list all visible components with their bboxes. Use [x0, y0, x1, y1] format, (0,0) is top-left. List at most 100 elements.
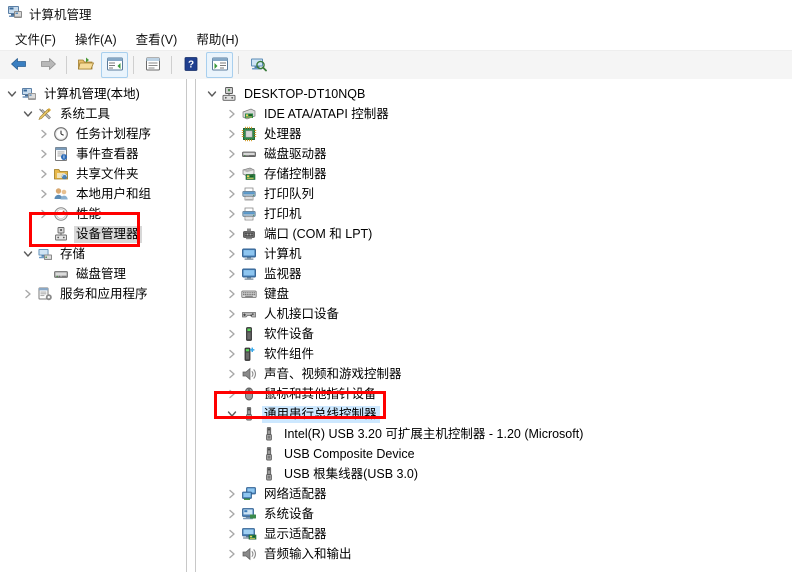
pane-splitter[interactable] [187, 79, 196, 572]
chevron-right-icon[interactable] [224, 104, 240, 124]
device-tree-item-row[interactable]: 通用串行总线控制器 [196, 404, 792, 424]
forward-button[interactable] [34, 52, 61, 78]
device-tree-item-row[interactable]: 监视器 [196, 264, 792, 284]
display-adapter-icon [240, 525, 258, 543]
chevron-down-icon[interactable] [204, 84, 220, 104]
console-tree-item-row[interactable]: 设备管理器 [0, 224, 186, 244]
chevron-right-icon[interactable] [36, 184, 52, 204]
computer-icon [240, 245, 258, 263]
chevron-right-icon[interactable] [224, 204, 240, 224]
chevron-right-icon[interactable] [224, 364, 240, 384]
help-icon: ? [182, 56, 200, 75]
device-tree-item-row[interactable]: USB 根集线器(USB 3.0) [196, 464, 792, 484]
show-hide-tree-button[interactable] [101, 52, 128, 78]
device-tree-item-row[interactable]: 人机接口设备 [196, 304, 792, 324]
device-tree-item-row[interactable]: DESKTOP-DT10NQB [196, 84, 792, 104]
chevron-right-icon[interactable] [224, 244, 240, 264]
menu-help[interactable]: 帮助(H) [187, 26, 248, 51]
device-tree-item-row[interactable]: Intel(R) USB 3.20 可扩展主机控制器 - 1.20 (Micro… [196, 424, 792, 444]
chevron-right-icon[interactable] [224, 324, 240, 344]
device-tree-item-label: 人机接口设备 [264, 306, 340, 321]
scan-hardware-changes-button[interactable] [244, 52, 271, 78]
chevron-right-icon[interactable] [36, 124, 52, 144]
chevron-right-icon[interactable] [224, 184, 240, 204]
device-tree-item-row[interactable]: 软件设备 [196, 324, 792, 344]
chevron-right-icon[interactable] [36, 204, 52, 224]
chevron-down-icon[interactable] [4, 84, 20, 104]
back-arrow-icon [10, 56, 28, 75]
device-tree-item-row[interactable]: 音频输入和输出 [196, 544, 792, 564]
console-tree-item-label: 服务和应用程序 [60, 286, 148, 301]
chevron-down-icon[interactable] [224, 404, 240, 424]
device-tree-item-row[interactable]: 系统设备 [196, 504, 792, 524]
print-queue-icon [240, 185, 258, 203]
device-tree-item-row[interactable]: 显示适配器 [196, 524, 792, 544]
device-tree-item-row[interactable]: 计算机 [196, 244, 792, 264]
console-tree-pane[interactable]: 计算机管理(本地) 系统工具 任务计划程序 i 事件查看器共享文件夹本地用户和组 性能 设备… [0, 79, 187, 572]
console-tree-item-label: 存储 [60, 246, 86, 261]
chevron-right-icon[interactable] [224, 344, 240, 364]
console-tree-item-row[interactable]: 磁盘管理 [0, 264, 186, 284]
console-tree-item-row[interactable]: 服务和应用程序 [0, 284, 186, 304]
chevron-right-icon[interactable] [224, 504, 240, 524]
chevron-right-icon[interactable] [224, 144, 240, 164]
device-tree-item-row[interactable]: 声音、视频和游戏控制器 [196, 364, 792, 384]
show-console-icon [211, 56, 229, 75]
up-folder-button[interactable] [72, 52, 99, 78]
back-button[interactable] [5, 52, 32, 78]
device-tree-item-row[interactable]: 存储控制器 [196, 164, 792, 184]
device-tree-item-row[interactable]: 打印队列 [196, 184, 792, 204]
chevron-right-icon[interactable] [224, 224, 240, 244]
chevron-right-icon[interactable] [224, 284, 240, 304]
chevron-down-icon[interactable] [20, 244, 36, 264]
console-tree-item-row[interactable]: 存储 [0, 244, 186, 264]
console-tree-item-row[interactable]: 性能 [0, 204, 186, 224]
device-tree-item-row[interactable]: 打印机 [196, 204, 792, 224]
device-tree-item-row[interactable]: 键盘 [196, 284, 792, 304]
console-tree-item-row[interactable]: 系统工具 [0, 104, 186, 124]
device-tree-item-row[interactable]: 鼠标和其他指针设备 [196, 384, 792, 404]
chevron-right-icon[interactable] [36, 144, 52, 164]
chevron-right-icon[interactable] [224, 124, 240, 144]
chevron-down-icon[interactable] [20, 104, 36, 124]
chevron-right-icon[interactable] [224, 484, 240, 504]
device-manager-pane[interactable]: DESKTOP-DT10NQB IDE ATA/ATAPI 控制器 处理器 磁盘驱动器… [196, 79, 792, 572]
device-tree-item-label: DESKTOP-DT10NQB [244, 86, 366, 101]
chevron-right-icon[interactable] [224, 304, 240, 324]
menu-view[interactable]: 查看(V) [127, 26, 188, 51]
device-tree-item-label: 鼠标和其他指针设备 [264, 386, 377, 401]
device-tree-item-row[interactable]: 磁盘驱动器 [196, 144, 792, 164]
ide-controller-icon [240, 105, 258, 123]
menu-file[interactable]: 文件(F) [6, 26, 66, 51]
menu-action[interactable]: 操作(A) [66, 26, 127, 51]
console-tree-item-row[interactable]: i 事件查看器 [0, 144, 186, 164]
console-tree-item-row[interactable]: 计算机管理(本地) [0, 84, 186, 104]
device-tree-item-row[interactable]: IDE ATA/ATAPI 控制器 [196, 104, 792, 124]
console-tree-item-row[interactable]: 任务计划程序 [0, 124, 186, 144]
device-tree-item-label: 软件组件 [264, 346, 315, 361]
device-tree-item-row[interactable]: 软件组件 [196, 344, 792, 364]
local-users-groups-icon [52, 185, 70, 203]
help-button[interactable]: ? [177, 52, 204, 78]
device-tree-item-row[interactable]: 网络适配器 [196, 484, 792, 504]
hid-icon [240, 305, 258, 323]
chevron-right-icon[interactable] [20, 284, 36, 304]
show-tree-icon [106, 56, 124, 75]
console-tree-item-row[interactable]: 本地用户和组 [0, 184, 186, 204]
chevron-right-icon[interactable] [36, 164, 52, 184]
chevron-right-icon[interactable] [224, 264, 240, 284]
chevron-right-icon[interactable] [224, 384, 240, 404]
console-tree-item-row[interactable]: 共享文件夹 [0, 164, 186, 184]
console-tree-item-label: 共享文件夹 [76, 166, 139, 181]
device-tree-item-row[interactable]: USB Composite Device [196, 444, 792, 464]
chevron-right-icon[interactable] [224, 524, 240, 544]
open-folder-icon [77, 56, 95, 75]
device-tree-item-label: 打印队列 [264, 186, 315, 201]
chevron-right-icon[interactable] [224, 544, 240, 564]
device-tree-item-row[interactable]: 处理器 [196, 124, 792, 144]
device-tree-item-row[interactable]: 端口 (COM 和 LPT) [196, 224, 792, 244]
properties-button[interactable] [139, 52, 166, 78]
chevron-right-icon[interactable] [224, 164, 240, 184]
show-console-tree-button[interactable] [206, 52, 233, 78]
